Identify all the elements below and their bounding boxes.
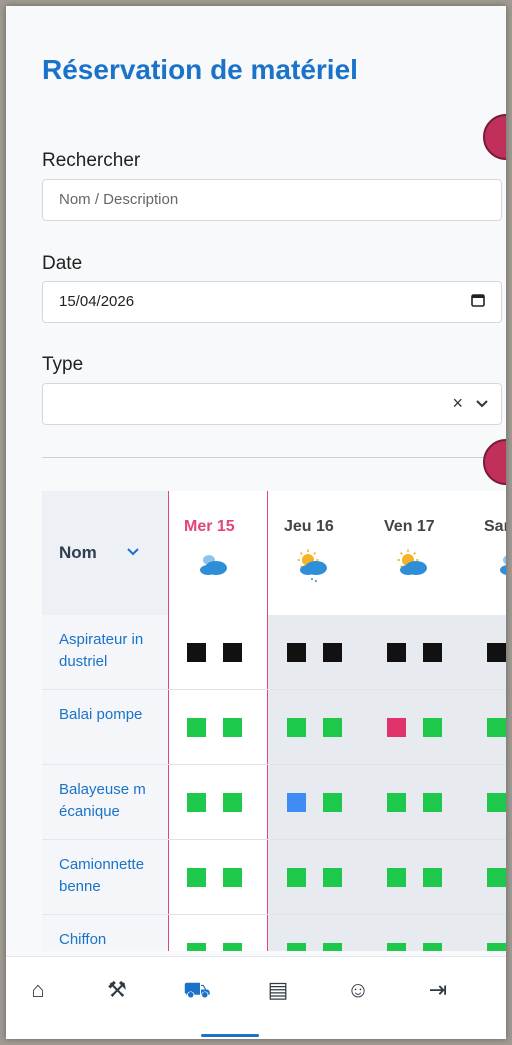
- availability-slot[interactable]: [487, 718, 506, 737]
- calendar-icon[interactable]: [471, 293, 485, 311]
- availability-slot[interactable]: [387, 868, 406, 887]
- availability-slot[interactable]: [223, 718, 242, 737]
- type-label: Type: [42, 354, 84, 375]
- availability-slot[interactable]: [187, 718, 206, 737]
- chevron-down-icon[interactable]: [126, 545, 140, 560]
- day-header-label: Ven 17: [384, 518, 435, 535]
- availability-slot[interactable]: [387, 793, 406, 812]
- availability-slot[interactable]: [223, 643, 242, 662]
- logout-icon[interactable]: ⇥: [398, 977, 478, 1003]
- home-icon[interactable]: ⌂: [6, 977, 78, 1003]
- nav-item[interactable]: ⛟: [157, 957, 237, 1039]
- active-tab-indicator: [201, 1034, 259, 1037]
- availability-slot[interactable]: [223, 793, 242, 812]
- availability-slot[interactable]: [423, 793, 442, 812]
- equipment-name-cell[interactable]: Balayeuse mécanique: [42, 765, 168, 840]
- search-input[interactable]: Nom / Description: [42, 179, 502, 221]
- equipment-name[interactable]: Chiffon: [59, 929, 151, 951]
- equipment-name-cell[interactable]: Aspirateur industriel: [42, 615, 168, 690]
- availability-slot[interactable]: [423, 643, 442, 662]
- equipment-name[interactable]: Balayeuse mécanique: [59, 779, 151, 823]
- equipment-name-cell[interactable]: Balai pompe: [42, 690, 168, 765]
- name-header-label: Nom: [59, 543, 97, 562]
- availability-slot[interactable]: [287, 868, 306, 887]
- equipment-name-cell[interactable]: Camionnette benne: [42, 840, 168, 915]
- availability-slot[interactable]: [223, 943, 242, 951]
- availability-slot[interactable]: [323, 943, 342, 951]
- availability-slot[interactable]: [487, 868, 506, 887]
- availability-slot[interactable]: [387, 718, 406, 737]
- row-divider: [168, 764, 506, 765]
- day-header-label: Sam: [484, 518, 506, 535]
- nav-item[interactable]: ⇥: [398, 957, 478, 1039]
- date-label: Date: [42, 253, 83, 274]
- availability-slot[interactable]: [287, 718, 306, 737]
- tools-icon[interactable]: ⚒: [77, 977, 157, 1003]
- equipment-name-cell[interactable]: Chiffon: [42, 915, 168, 951]
- availability-slot[interactable]: [287, 793, 306, 812]
- day-header-label: Mer 15: [184, 518, 235, 535]
- step-badge-1: 1: [483, 114, 506, 160]
- availability-slot[interactable]: [287, 643, 306, 662]
- chevron-down-icon[interactable]: [475, 396, 489, 414]
- equipment-name[interactable]: Balai pompe: [59, 704, 151, 726]
- bottom-navigation: ⌂ ⚒ ⛟ ▤ ☺ ⇥: [6, 956, 506, 1039]
- section-divider: [42, 457, 502, 458]
- step-badge-2: 2: [483, 439, 506, 485]
- nav-item[interactable]: ⚒: [77, 957, 157, 1039]
- other-days-background: [268, 615, 506, 951]
- profile-icon[interactable]: ☺: [318, 977, 398, 1003]
- availability-slot[interactable]: [323, 868, 342, 887]
- date-value: 15/04/2026: [59, 293, 135, 310]
- availability-slot[interactable]: [423, 868, 442, 887]
- availability-slot[interactable]: [323, 793, 342, 812]
- availability-slot[interactable]: [487, 943, 506, 951]
- page-title: Réservation de matériel: [42, 54, 358, 85]
- availability-slot[interactable]: [323, 643, 342, 662]
- reservation-grid: Nom Mer 15 Jeu 16 Ven 17 Sam Aspirateur indu…: [42, 491, 506, 951]
- weather-icon: [494, 547, 506, 583]
- nav-item[interactable]: ☺: [318, 957, 398, 1039]
- availability-slot[interactable]: [423, 718, 442, 737]
- availability-slot[interactable]: [487, 643, 506, 662]
- equipment-icon[interactable]: ⛟: [157, 977, 237, 1006]
- type-select[interactable]: ×: [42, 383, 502, 425]
- row-divider: [168, 689, 506, 690]
- search-label: Rechercher: [42, 150, 141, 171]
- availability-slot[interactable]: [387, 643, 406, 662]
- availability-slot[interactable]: [187, 943, 206, 951]
- messages-icon[interactable]: ▤: [238, 977, 318, 1003]
- nav-item[interactable]: ▤: [238, 957, 318, 1039]
- availability-slot[interactable]: [223, 868, 242, 887]
- weather-icon: [394, 547, 434, 583]
- availability-slot[interactable]: [423, 943, 442, 951]
- date-field[interactable]: 15/04/2026: [42, 281, 502, 323]
- day-header-label: Jeu 16: [284, 518, 334, 535]
- equipment-name[interactable]: Camionnette benne: [59, 854, 151, 898]
- name-column-header[interactable]: Nom: [42, 491, 168, 615]
- search-placeholder: Nom / Description: [59, 191, 179, 208]
- equipment-name[interactable]: Aspirateur industriel: [59, 629, 151, 673]
- nav-item[interactable]: ⌂: [6, 957, 78, 1039]
- availability-slot[interactable]: [287, 943, 306, 951]
- row-divider: [168, 839, 506, 840]
- availability-slot[interactable]: [187, 868, 206, 887]
- weather-icon: [294, 547, 334, 583]
- availability-slot[interactable]: [187, 643, 206, 662]
- clear-icon[interactable]: ×: [452, 393, 463, 414]
- availability-slot[interactable]: [387, 943, 406, 951]
- row-divider: [168, 914, 506, 915]
- weather-icon: [194, 547, 234, 583]
- availability-slot[interactable]: [187, 793, 206, 812]
- availability-slot[interactable]: [487, 793, 506, 812]
- availability-slot[interactable]: [323, 718, 342, 737]
- app-window: Réservation de matériel 1 Rechercher Nom…: [6, 6, 506, 1039]
